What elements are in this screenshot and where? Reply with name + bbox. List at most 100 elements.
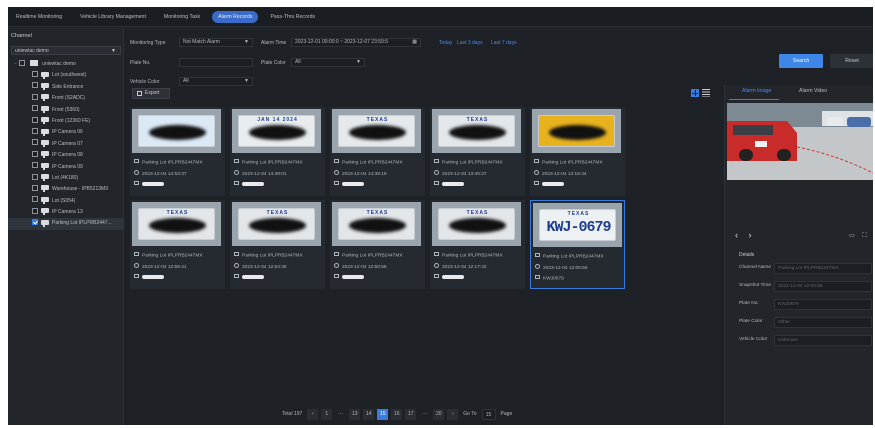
channel-checkbox[interactable] — [32, 116, 38, 123]
tab-alarm-records[interactable]: Alarm Records — [212, 10, 259, 23]
next-page-button[interactable]: › — [447, 408, 459, 420]
record-plate — [134, 274, 164, 280]
plate-thumbnail[interactable]: JAN 14 2024 — [232, 109, 321, 153]
record-card[interactable]: TEXAS Parking Lot IPLPRB2447MX 2023-12-04 … — [430, 200, 525, 289]
tree-root[interactable]: − uniewtac demo — [8, 59, 124, 70]
page-button[interactable]: 16 — [391, 408, 403, 420]
channel-checkbox[interactable] — [32, 184, 38, 191]
record-card[interactable]: TEXAS Parking Lot IPLPRB2447MX 2023-12-04 … — [130, 200, 225, 289]
page-button[interactable]: 17 — [405, 408, 417, 420]
channel-checkbox[interactable] — [32, 105, 38, 112]
tree-item-label: IP Camera 13 — [52, 209, 83, 216]
tab-alarm-video[interactable]: Alarm Video — [799, 88, 827, 94]
channel-checkbox[interactable] — [32, 128, 38, 135]
tree-item[interactable]: Front (S2ADC) — [8, 93, 124, 104]
plate-thumbnail[interactable]: TEXAS — [232, 202, 321, 246]
list-view-icon[interactable] — [702, 89, 710, 97]
tree-item[interactable]: IP Camera 09 — [8, 162, 124, 173]
tab-pass-thru-records[interactable]: Pass-Thru Records — [264, 11, 321, 23]
channel-checkbox[interactable] — [32, 71, 38, 78]
tab-alarm-image[interactable]: Alarm Image — [742, 88, 771, 94]
collapse-icon[interactable]: − — [14, 59, 18, 70]
channel-checkbox[interactable] — [32, 82, 38, 89]
next-image-icon[interactable]: › — [749, 230, 752, 240]
grid-view-icon[interactable] — [691, 89, 699, 97]
tree-item[interactable]: Front (12360 FE) — [8, 116, 124, 127]
plate-thumbnail[interactable] — [532, 109, 621, 153]
export-button[interactable]: Export — [132, 88, 170, 99]
record-card[interactable]: TEXAS Parking Lot IPLPRB2447MX 2023-12-04 … — [330, 107, 425, 196]
plate-thumbnail[interactable]: TEXAS — [332, 109, 421, 153]
plate-thumbnail[interactable]: TEXAS — [332, 202, 421, 246]
plate-thumbnail[interactable]: TEXAS — [432, 109, 521, 153]
channel-checkbox[interactable] — [32, 173, 38, 180]
sidebar-title: Channel — [11, 33, 32, 39]
page-button[interactable]: 14 — [363, 408, 375, 420]
record-channel: Parking Lot IPLPRB2447MX — [534, 159, 603, 165]
tree-item[interactable]: Side Entrance — [8, 82, 124, 93]
tab-monitoring-task[interactable]: Monitoring Task — [158, 11, 206, 23]
record-card[interactable]: TEXAS Parking Lot IPLPRB2447MX 2023-12-04 … — [330, 200, 425, 289]
fullscreen-icon[interactable]: ⛶ — [862, 233, 866, 239]
channel-checkbox[interactable] — [32, 196, 38, 203]
vehicle-color-select[interactable]: All ▼ — [179, 77, 253, 86]
tree-item[interactable]: Lot (S054) — [8, 196, 124, 207]
channel-group-select[interactable]: uniewtac demo ▼ — [11, 46, 121, 55]
channel-checkbox[interactable] — [32, 139, 38, 146]
redaction-blur — [449, 218, 506, 233]
record-time: 2023-12-04 12:00:56 — [535, 264, 588, 271]
channel-checkbox[interactable] — [32, 207, 38, 214]
image-nav: ‹ › — [735, 230, 752, 240]
goto-page-input[interactable]: 15 — [481, 408, 496, 420]
tree-item[interactable]: IP Camera 13 — [8, 207, 124, 218]
tree-item[interactable]: Lot (southwest) — [8, 70, 124, 81]
tree-item[interactable]: IP Camera 07 — [8, 139, 124, 150]
record-plate — [434, 274, 464, 280]
record-card[interactable]: TEXAS KWJ-0679 Parking Lot IPLPRB2447MX 202… — [530, 200, 625, 289]
search-button[interactable]: Search — [779, 54, 823, 68]
prev-page-button[interactable]: ‹ — [307, 408, 319, 420]
plate-thumbnail[interactable]: TEXAS — [132, 202, 221, 246]
clock-icon — [534, 170, 539, 175]
record-plate: KWJ0679 — [535, 275, 564, 281]
plate-thumbnail[interactable] — [132, 109, 221, 153]
tree-item[interactable]: IP Camera 08 — [8, 150, 124, 161]
alarm-time-range[interactable]: 2023-12-01 00:00:0 ~ 2023-12-07 23:59:5 … — [291, 38, 421, 47]
tree-item[interactable]: Parking Lot IPLPRB2447... — [8, 218, 124, 230]
plate-color-select[interactable]: All ▼ — [291, 58, 365, 67]
record-card[interactable]: TEXAS Parking Lot IPLPRB2447MX 2023-12-04 … — [430, 107, 525, 196]
tab-realtime-monitoring[interactable]: Realtime Monitoring — [10, 11, 68, 23]
tree-item[interactable]: IP Camera 06 — [8, 127, 124, 138]
detail-value: KWJ0679 — [774, 299, 872, 310]
plate-no-input[interactable] — [179, 58, 253, 67]
root-checkbox[interactable] — [19, 59, 26, 66]
quick-last-7-days[interactable]: Last 7 days — [491, 40, 517, 46]
record-card[interactable]: JAN 14 2024 Parking Lot IPLPRB2447MX 2023-… — [230, 107, 325, 196]
channel-checkbox[interactable] — [32, 219, 38, 226]
page-button[interactable]: 1 — [321, 408, 333, 420]
tree-item[interactable]: Front (5360) — [8, 105, 124, 116]
page-button[interactable]: 13 — [349, 408, 361, 420]
parking-scene-illustration — [727, 103, 873, 180]
quick-today[interactable]: Today — [439, 40, 452, 46]
monitoring-type-select[interactable]: Not Match Alarm ▼ — [179, 38, 253, 47]
plate-thumbnail[interactable]: TEXAS — [432, 202, 521, 246]
channel-checkbox[interactable] — [32, 150, 38, 157]
prev-image-icon[interactable]: ‹ — [735, 230, 738, 240]
reset-button[interactable]: Reset — [830, 54, 873, 68]
tree-item[interactable]: Warehouse - IPB5213MX — [8, 184, 124, 195]
record-card[interactable]: Parking Lot IPLPRB2447MX 2023-12-04 14:53… — [130, 107, 225, 196]
quick-last-3-days[interactable]: Last 3 days — [457, 40, 483, 46]
channel-checkbox[interactable] — [32, 93, 38, 100]
page-button[interactable]: 20 — [433, 408, 445, 420]
save-icon[interactable]: ▭ — [849, 233, 855, 239]
plate-thumbnail[interactable]: TEXAS KWJ-0679 — [533, 203, 622, 247]
channel-icon — [534, 159, 539, 163]
record-card[interactable]: TEXAS Parking Lot IPLPRB2447MX 2023-12-04 … — [230, 200, 325, 289]
record-card[interactable]: Parking Lot IPLPRB2447MX 2023-12-04 13:16… — [530, 107, 625, 196]
record-time: 2023-12-04 12:17:42 — [434, 263, 487, 270]
channel-checkbox[interactable] — [32, 162, 38, 169]
page-button[interactable]: 15 — [377, 408, 389, 420]
tree-item[interactable]: Lot (4K180) — [8, 173, 124, 184]
tab-vehicle-library-management[interactable]: Vehicle Library Management — [74, 11, 152, 23]
